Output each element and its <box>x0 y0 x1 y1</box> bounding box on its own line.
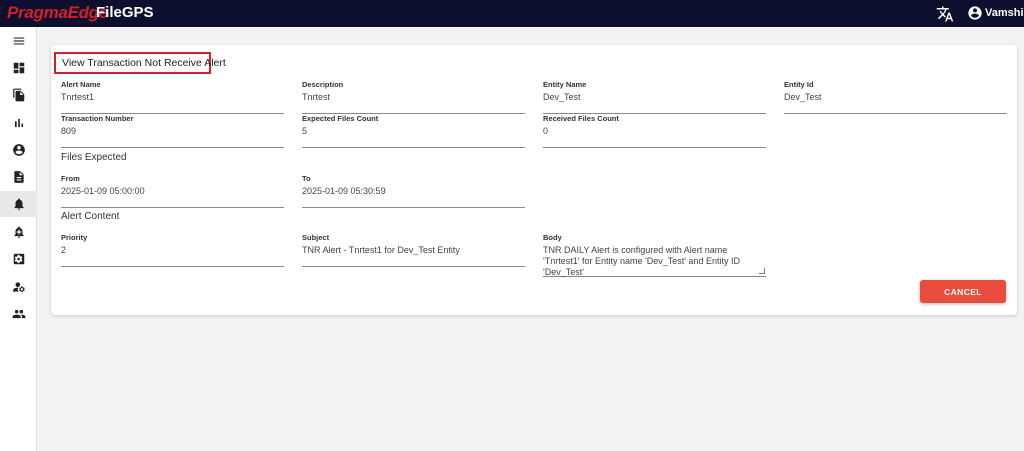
body-value: TNR DAILY Alert is configured with Alert… <box>543 245 740 277</box>
subject-label: Subject <box>302 233 330 242</box>
resize-handle[interactable] <box>759 268 765 274</box>
bar-chart-icon <box>14 118 23 128</box>
priority-value: 2 <box>61 245 67 255</box>
body-textarea[interactable]: Body TNR DAILY Alert is configured with … <box>543 233 766 277</box>
brand-logo[interactable]: PragmaEdge <box>7 3 108 23</box>
dashboard-icon <box>13 62 24 74</box>
transaction-number-value: 809 <box>61 126 77 136</box>
sidebar-item-settings[interactable] <box>0 246 37 272</box>
entity-name-value: Dev_Test <box>543 92 581 102</box>
expected-files-count-label: Expected Files Count <box>302 114 379 123</box>
sidebar-item-dashboard[interactable] <box>0 55 37 81</box>
priority-field[interactable]: Priority 2 <box>61 233 284 267</box>
alert-content-heading: Alert Content <box>61 211 120 222</box>
body-label: Body <box>543 233 562 242</box>
sidebar-item-groups[interactable] <box>0 301 37 327</box>
alert-bell-icon <box>13 198 24 210</box>
entity-id-value: Dev_Test <box>784 92 822 102</box>
received-files-count-value: 0 <box>543 126 549 136</box>
to-value: 2025-01-09 05:30:59 <box>302 186 386 196</box>
expected-files-count-value: 5 <box>302 126 308 136</box>
priority-label: Priority <box>61 233 88 242</box>
received-files-count-label: Received Files Count <box>543 114 619 123</box>
sidebar-item-alerts[interactable] <box>0 191 37 217</box>
settings-box-icon <box>13 253 24 265</box>
translate-icon[interactable] <box>936 5 954 23</box>
sidebar-item-files[interactable] <box>0 82 37 108</box>
sidebar-item-user-settings[interactable] <box>0 274 37 300</box>
group-icon <box>12 309 25 319</box>
menu-icon <box>13 37 24 45</box>
from-value: 2025-01-09 05:00:00 <box>61 186 145 196</box>
entity-name-label: Entity Name <box>543 80 587 89</box>
alert-bell-add-icon <box>13 226 24 238</box>
subject-value: TNR Alert - Tnrtest1 for Dev_Test Entity <box>302 245 460 255</box>
cancel-button[interactable]: CANCEL <box>920 280 1006 303</box>
entity-id-field[interactable]: Entity Id Dev_Test <box>784 80 1007 114</box>
sidebar-item-reports[interactable] <box>0 110 37 136</box>
description-field[interactable]: Description Tnrtest <box>302 80 525 114</box>
entity-id-label: Entity Id <box>784 80 814 89</box>
received-files-count-field[interactable]: Received Files Count 0 <box>543 114 766 148</box>
to-field[interactable]: To 2025-01-09 05:30:59 <box>302 174 525 208</box>
entity-name-field[interactable]: Entity Name Dev_Test <box>543 80 766 114</box>
transaction-number-label: Transaction Number <box>61 114 134 123</box>
document-icon <box>13 171 24 183</box>
menu-button[interactable] <box>0 28 37 54</box>
transaction-number-field[interactable]: Transaction Number 809 <box>61 114 284 148</box>
subject-field[interactable]: Subject TNR Alert - Tnrtest1 for Dev_Tes… <box>302 233 525 267</box>
expected-files-count-field[interactable]: Expected Files Count 5 <box>302 114 525 148</box>
sidebar <box>0 27 37 451</box>
alert-details-card: View Transaction Not Receive Alert Alert… <box>51 45 1017 315</box>
product-name: FileGPS <box>96 4 154 21</box>
from-label: From <box>61 174 80 183</box>
description-label: Description <box>302 80 344 89</box>
files-icon <box>12 88 24 102</box>
sidebar-item-documents[interactable] <box>0 164 37 190</box>
sidebar-item-add-alert[interactable] <box>0 219 37 245</box>
user-name[interactable]: Vamshi <box>985 7 1024 19</box>
alert-name-value: Tnrtest1 <box>61 92 95 102</box>
alert-name-field[interactable]: Alert Name Tnrtest1 <box>61 80 284 114</box>
alert-name-label: Alert Name <box>61 80 101 89</box>
sidebar-item-account[interactable] <box>0 137 37 163</box>
account-icon <box>12 144 25 156</box>
user-settings-icon <box>12 282 25 293</box>
to-label: To <box>302 174 311 183</box>
description-value: Tnrtest <box>302 92 331 102</box>
files-expected-heading: Files Expected <box>61 152 127 163</box>
account-circle-icon[interactable] <box>967 5 983 21</box>
from-field[interactable]: From 2025-01-09 05:00:00 <box>61 174 284 208</box>
top-bar: PragmaEdge FileGPS Vamshi <box>0 0 1024 27</box>
page-title: View Transaction Not Receive Alert <box>54 52 226 74</box>
